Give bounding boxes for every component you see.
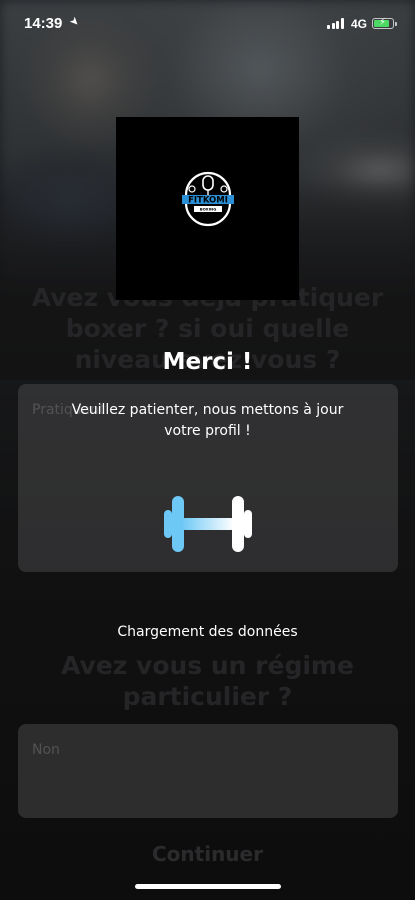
status-bar: 14:39 ➤ 4G ⚡ bbox=[0, 0, 415, 44]
signal-icon bbox=[327, 18, 345, 29]
app-screen: Avez vous déjà pratiquer boxer ? si oui … bbox=[0, 0, 415, 900]
logo-tagline-text: BOXING bbox=[200, 207, 217, 212]
logo-brand-text: FITKOMI bbox=[188, 196, 228, 206]
fitkomi-logo-emblem: FITKOMI BOXING bbox=[182, 171, 234, 227]
loading-text: Chargement des données bbox=[117, 624, 298, 640]
home-indicator[interactable] bbox=[135, 884, 281, 889]
modal-title: Merci ! bbox=[162, 349, 253, 375]
app-logo: FITKOMI BOXING bbox=[116, 117, 299, 300]
charging-bolt-icon: ⚡ bbox=[379, 17, 387, 28]
battery-tip bbox=[395, 21, 397, 26]
modal-message: Veuillez patienter, nous mettons à jour … bbox=[71, 402, 344, 439]
network-type: 4G bbox=[351, 17, 368, 31]
dumbbell-icon bbox=[164, 496, 252, 552]
location-arrow-icon: ➤ bbox=[66, 13, 83, 30]
status-time: 14:39 bbox=[24, 15, 63, 32]
